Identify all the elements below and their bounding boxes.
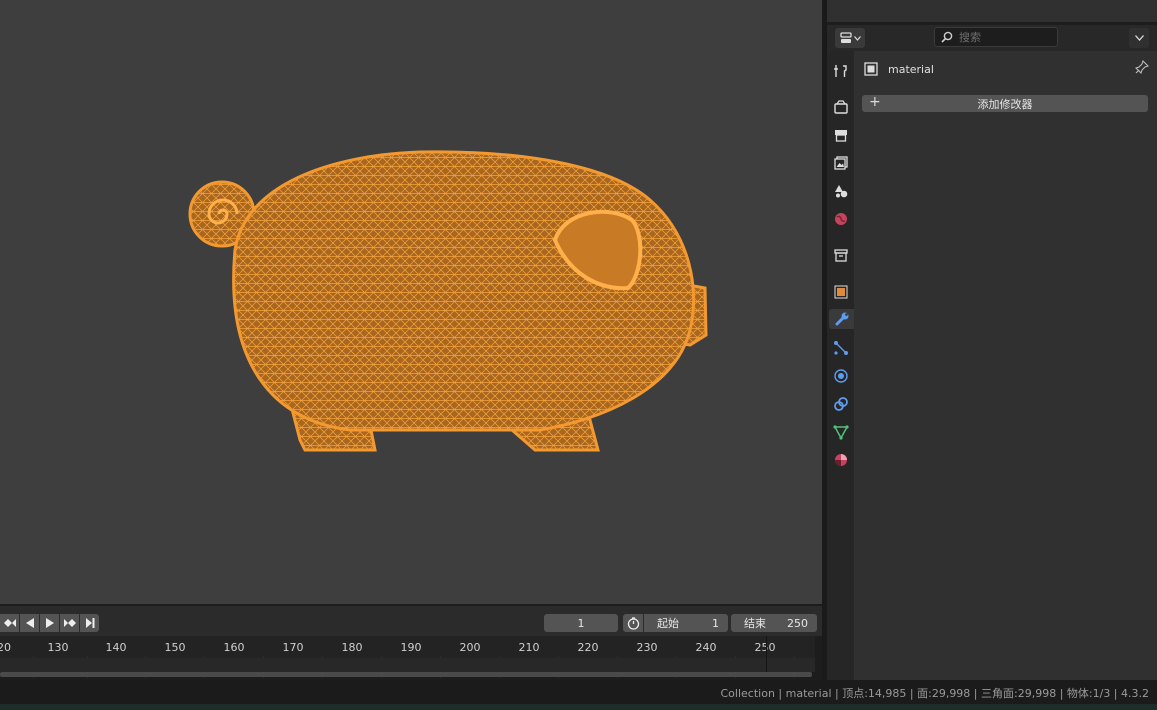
pin-icon[interactable] xyxy=(1135,60,1149,74)
ruler-tick-label: 180 xyxy=(341,641,363,654)
add-modifier-label: 添加修改器 xyxy=(977,97,1033,111)
taskbar-strip xyxy=(0,704,1157,710)
world-icon xyxy=(835,213,847,225)
ruler-tick-label: 190 xyxy=(400,641,422,654)
ruler-tick-label: 200 xyxy=(459,641,481,654)
tab-object[interactable] xyxy=(831,282,851,302)
tab-render[interactable] xyxy=(831,97,851,117)
ruler-tick-label: 170 xyxy=(282,641,304,654)
object-icon xyxy=(864,62,878,76)
tab-constraints[interactable] xyxy=(831,394,851,414)
tab-physics[interactable] xyxy=(831,366,851,386)
tab-modifiers[interactable] xyxy=(829,309,854,329)
timeline-scrollbar[interactable] xyxy=(0,672,812,677)
search-input[interactable]: 搜索 xyxy=(934,27,1058,47)
chevron-down-icon xyxy=(1134,35,1144,41)
scene-icon xyxy=(835,185,848,198)
constraints-icon xyxy=(834,397,848,411)
editor-type-button[interactable] xyxy=(835,28,865,48)
tab-particles[interactable] xyxy=(831,338,851,358)
tab-view-layer[interactable] xyxy=(831,153,851,173)
end-frame-field[interactable]: 结束 250 xyxy=(731,614,817,632)
render-icon xyxy=(834,100,848,114)
ruler-tick-label: 220 xyxy=(577,641,599,654)
keyframe-prev-icon xyxy=(3,619,16,627)
end-frame-marker xyxy=(766,636,767,674)
playback-controls xyxy=(0,614,99,632)
tab-material[interactable] xyxy=(831,450,851,470)
ruler-tick-label: 20 xyxy=(0,641,11,654)
jump-to-keyframe-next-button[interactable] xyxy=(60,614,79,632)
options-dropdown-button[interactable] xyxy=(1129,28,1149,48)
chevron-down-icon xyxy=(853,35,861,41)
ruler-tick-label: 230 xyxy=(636,641,658,654)
tab-scene[interactable] xyxy=(831,181,851,201)
tab-collection[interactable] xyxy=(831,245,851,265)
tool-icon xyxy=(834,65,847,77)
ruler-tick-label: 250 xyxy=(754,641,776,654)
start-frame-label: 起始 xyxy=(657,617,679,630)
play-reverse-icon xyxy=(25,618,34,628)
properties-top-area xyxy=(827,0,1157,22)
ruler-tick-label: 150 xyxy=(164,641,186,654)
play-button[interactable] xyxy=(40,614,59,632)
pig-wireframe-mesh[interactable] xyxy=(0,0,822,604)
jump-to-end-button[interactable] xyxy=(80,614,99,632)
timeline-editor: 1 起始 1 结束 250 20 130 140 150 160 170 180 190 200… xyxy=(0,604,822,680)
end-frame-value: 250 xyxy=(787,616,808,630)
collection-icon xyxy=(834,249,848,262)
end-frame-label: 结束 xyxy=(744,617,766,630)
pig-body xyxy=(232,150,696,432)
mesh-data-icon xyxy=(833,425,849,440)
ruler-tick-label: 140 xyxy=(105,641,127,654)
add-modifier-button[interactable]: + 添加修改器 xyxy=(862,94,1148,112)
object-name: material xyxy=(888,62,934,76)
start-frame-field[interactable]: 起始 1 xyxy=(644,614,728,632)
plus-icon: + xyxy=(869,94,881,110)
wrench-icon xyxy=(835,312,848,326)
ruler-tick-label: 210 xyxy=(518,641,540,654)
frame-ruler[interactable]: 20 130 140 150 160 170 180 190 200 210 220 230 240 25… xyxy=(0,636,815,678)
current-frame-field[interactable]: 1 xyxy=(544,614,618,632)
jump-to-keyframe-prev-button[interactable] xyxy=(0,614,19,632)
scene-statistics: Collection | material | 顶点:14,985 | 面:29… xyxy=(720,687,1150,700)
context-path: material xyxy=(864,59,934,79)
tab-world[interactable] xyxy=(831,209,851,229)
ruler-tick-label: 240 xyxy=(695,641,717,654)
keyframe-next-icon xyxy=(63,619,76,627)
view-layer-icon xyxy=(834,156,848,170)
start-frame-value: 1 xyxy=(712,616,719,630)
properties-panel: material + 添加修改器 xyxy=(854,51,1157,680)
search-placeholder: 搜索 xyxy=(959,31,981,44)
play-reverse-button[interactable] xyxy=(20,614,39,632)
properties-editor-icon xyxy=(839,32,852,43)
properties-header: 搜索 xyxy=(827,25,1157,51)
object-icon xyxy=(834,285,848,299)
status-bar: Collection | material | 顶点:14,985 | 面:29… xyxy=(0,680,1157,704)
ruler-tick-label: 160 xyxy=(223,641,245,654)
timeline-track-area[interactable] xyxy=(0,658,815,672)
tab-tool[interactable] xyxy=(831,61,851,81)
ruler-tick-label: 130 xyxy=(47,641,69,654)
particles-icon xyxy=(834,341,848,355)
3d-viewport[interactable] xyxy=(0,0,822,604)
timeline-header: 1 起始 1 结束 250 xyxy=(0,606,822,636)
output-icon xyxy=(835,130,847,142)
preview-range-toggle[interactable] xyxy=(623,614,643,632)
current-frame-value: 1 xyxy=(577,616,585,630)
play-icon xyxy=(45,618,54,628)
search-icon xyxy=(941,31,953,43)
properties-tab-bar xyxy=(827,51,854,680)
material-icon xyxy=(835,454,847,466)
tab-output[interactable] xyxy=(831,125,851,145)
jump-end-icon xyxy=(85,618,94,628)
tab-data[interactable] xyxy=(831,422,851,442)
physics-icon xyxy=(834,369,848,383)
stopwatch-icon xyxy=(627,616,639,630)
